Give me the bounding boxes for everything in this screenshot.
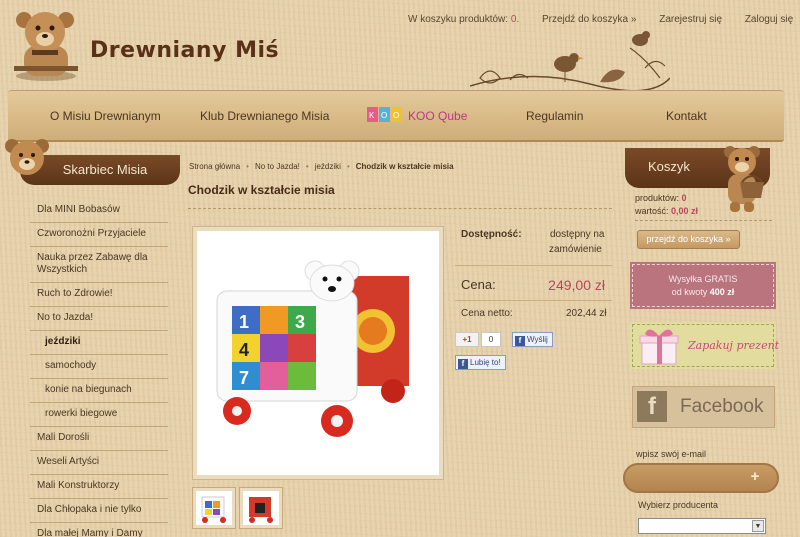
gift-box-icon bbox=[639, 329, 679, 365]
product-image[interactable]: 1 3 4 7 bbox=[193, 227, 443, 479]
availability-value-line2: zamówienie bbox=[549, 244, 602, 255]
chevron-down-icon[interactable]: ▼ bbox=[752, 520, 764, 532]
go-to-cart-link[interactable]: Przejdź do koszyka » bbox=[542, 14, 637, 25]
logo-bear-icon[interactable] bbox=[10, 6, 82, 82]
facebook-like-button[interactable]: f Lubię to! bbox=[455, 355, 506, 370]
producer-label: Wybierz producenta bbox=[638, 500, 718, 510]
breadcrumb-current: Chodzik w kształcie misia bbox=[355, 162, 454, 171]
availability-value-line1: dostępny na bbox=[550, 229, 605, 240]
breadcrumb-category[interactable]: No to Jazda! bbox=[255, 162, 300, 171]
nav-item-about[interactable]: O Misiu Drewnianym bbox=[50, 109, 161, 123]
category-item[interactable]: Mali Dorośli bbox=[30, 427, 168, 451]
breadcrumb-separator-icon: • bbox=[305, 162, 309, 171]
info-divider bbox=[455, 265, 612, 266]
breadcrumb-subcategory[interactable]: jeździki bbox=[315, 162, 341, 171]
cube-digit: 4 bbox=[239, 340, 249, 360]
koo-letter-o1: O bbox=[381, 111, 387, 120]
price-label: Cena: bbox=[461, 277, 496, 292]
free-shipping-banner[interactable]: Wysyłka GRATIS od kwoty 400 zł bbox=[630, 262, 776, 309]
category-list: Dla MINI Bobasów Czworonożni Przyjaciele… bbox=[30, 199, 168, 537]
product-thumbnail-2[interactable] bbox=[240, 488, 282, 528]
newsletter-label: wpisz swój e-mail bbox=[636, 449, 707, 459]
nav-item-club[interactable]: Klub Drewnianego Misia bbox=[200, 109, 329, 123]
cart-summary-count: 0. bbox=[510, 14, 520, 25]
logo-title[interactable]: Drewniany Miś bbox=[90, 38, 279, 63]
cart-divider bbox=[635, 220, 772, 221]
koo-qube-logo-icon[interactable]: K O O bbox=[367, 106, 403, 124]
free-shipping-amount: 400 zł bbox=[709, 287, 735, 297]
cube-digit: 7 bbox=[239, 368, 249, 388]
newsletter-submit-plus-icon[interactable]: + bbox=[747, 469, 763, 485]
cart-value-label: wartość: bbox=[635, 206, 669, 216]
net-price-value: 202,44 zł bbox=[566, 308, 607, 319]
breadcrumb-home[interactable]: Strona główna bbox=[189, 162, 240, 171]
free-shipping-line1: Wysyłka GRATIS bbox=[668, 274, 738, 284]
thumbnail-image-icon bbox=[201, 496, 226, 523]
birds-decoration-icon bbox=[470, 31, 670, 90]
koo-letter-k: K bbox=[369, 111, 375, 120]
free-shipping-prefix: od kwoty bbox=[671, 287, 708, 297]
nav-item-koo-qube[interactable]: KOO Qube bbox=[408, 109, 467, 123]
subcategory-item[interactable]: rowerki biegowe bbox=[30, 403, 168, 427]
category-item[interactable]: No to Jazda! bbox=[30, 307, 168, 331]
producer-select[interactable]: ▼ bbox=[638, 518, 766, 534]
cart-summary: W koszyku produktów: 0. bbox=[408, 14, 519, 25]
title-divider bbox=[188, 208, 612, 209]
facebook-icon: f bbox=[458, 359, 468, 369]
info-divider bbox=[455, 300, 612, 301]
cart-title: Koszyk bbox=[648, 159, 690, 174]
cube-digit: 1 bbox=[239, 312, 249, 332]
facebook-send-label: Wyślij bbox=[527, 335, 548, 344]
net-price-label: Cena netto: bbox=[461, 308, 513, 319]
google-plus-button[interactable]: +1 bbox=[455, 332, 479, 347]
walker-toy-illustration-icon: 1 3 4 7 bbox=[216, 260, 409, 437]
product-title: Chodzik w kształcie misia bbox=[188, 183, 335, 197]
facebook-send-button[interactable]: f Wyślij bbox=[512, 332, 553, 347]
free-shipping-line2: od kwoty 400 zł bbox=[633, 286, 773, 299]
cube-digit: 3 bbox=[295, 312, 305, 332]
category-item[interactable]: Dla małej Mamy i Damy bbox=[30, 523, 168, 537]
sidebar-title: Skarbiec Misia bbox=[62, 162, 148, 177]
facebook-like-label: Lubię to! bbox=[470, 358, 501, 367]
category-item[interactable]: Mali Konstruktorzy bbox=[30, 475, 168, 499]
cart-products-value: 0 bbox=[681, 193, 687, 203]
cart-products-line: produktów: 0 bbox=[635, 193, 687, 203]
cart-products-label: produktów: bbox=[635, 193, 680, 203]
category-item[interactable]: Dla MINI Bobasów bbox=[30, 199, 168, 223]
breadcrumb-separator-icon: • bbox=[246, 162, 249, 171]
koo-letter-o2: O bbox=[393, 111, 399, 120]
facebook-icon: f bbox=[515, 336, 525, 346]
go-to-cart-button[interactable]: przejdź do koszyka » bbox=[637, 230, 740, 249]
cart-bear-icon bbox=[724, 146, 764, 212]
breadcrumb: Strona główna • No to Jazda! • jeździki • Chod… bbox=[189, 162, 454, 171]
category-item[interactable]: Nauka przez Zabawę dla Wszystkich bbox=[30, 247, 168, 283]
login-link[interactable]: Zaloguj się bbox=[745, 14, 793, 25]
gift-wrap-text: Zapakuj prezent bbox=[688, 339, 780, 352]
category-item[interactable]: Dla Chłopaka i nie tylko bbox=[30, 499, 168, 523]
facebook-logo-icon: f bbox=[637, 391, 667, 422]
breadcrumb-separator-icon: • bbox=[346, 162, 350, 171]
product-thumbnail-1[interactable] bbox=[193, 488, 235, 528]
top-links: W koszyku produktów: 0. Przejdź do koszy… bbox=[408, 14, 800, 25]
cart-summary-label: W koszyku produktów: bbox=[408, 14, 509, 25]
subcategory-item[interactable]: konie na biegunach bbox=[30, 379, 168, 403]
subcategory-item[interactable]: samochody bbox=[30, 355, 168, 379]
category-item[interactable]: Weseli Artyści bbox=[30, 451, 168, 475]
facebook-panel-text: Facebook bbox=[680, 396, 764, 417]
subcategory-item-active[interactable]: jeździki bbox=[30, 331, 168, 355]
newsletter-email-input[interactable] bbox=[633, 471, 743, 485]
category-item[interactable]: Ruch to Zdrowie! bbox=[30, 283, 168, 307]
nav-item-contact[interactable]: Kontakt bbox=[666, 109, 707, 123]
availability-label: Dostępność: bbox=[461, 229, 522, 240]
register-link[interactable]: Zarejestruj się bbox=[659, 14, 722, 25]
nav-item-rules[interactable]: Regulamin bbox=[526, 109, 583, 123]
category-item[interactable]: Czworonożni Przyjaciele bbox=[30, 223, 168, 247]
google-plus-count: 0 bbox=[481, 332, 501, 347]
cart-value-line: wartość: 0,00 zł bbox=[635, 206, 698, 216]
cart-value-amount: 0,00 zł bbox=[671, 206, 699, 216]
thumbnail-image-icon bbox=[249, 497, 273, 523]
price-value: 249,00 zł bbox=[548, 277, 605, 293]
